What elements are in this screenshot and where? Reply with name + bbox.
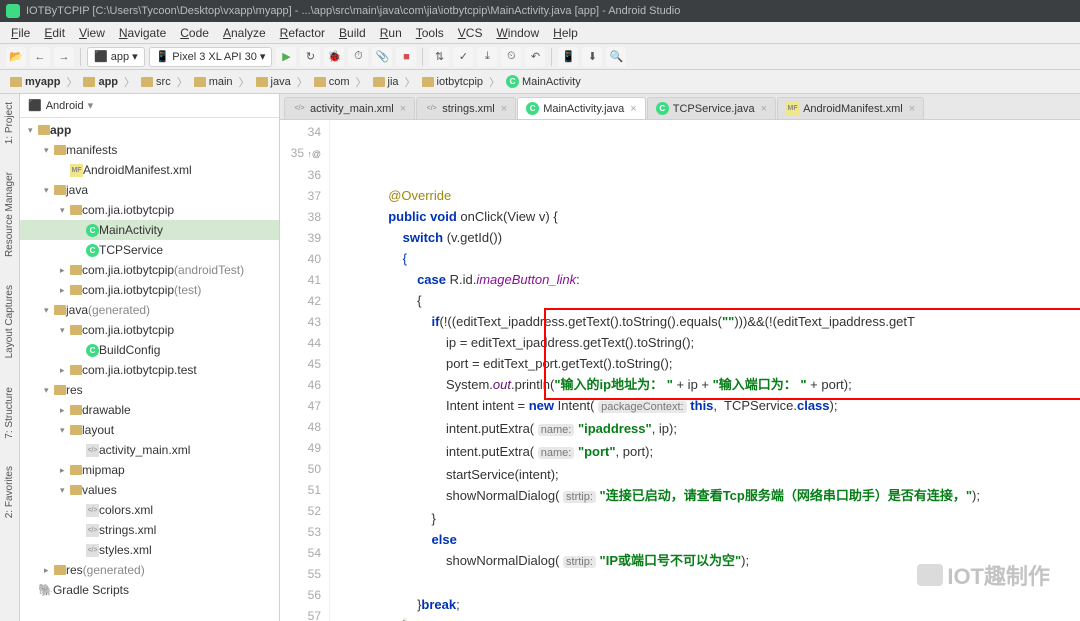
device-select[interactable]: 📱 Pixel 3 XL API 30 ▾	[149, 47, 273, 67]
search-icon[interactable]: 🔍	[606, 47, 626, 67]
gutter: 3435 ↑@363738394041424344454647484950515…	[280, 120, 330, 621]
breadcrumb-item[interactable]: app	[79, 75, 122, 89]
commit-icon[interactable]: ✓	[453, 47, 473, 67]
breadcrumb-item[interactable]: com	[310, 75, 354, 89]
vcs-icon[interactable]: ⇅	[429, 47, 449, 67]
back-icon[interactable]: ←	[30, 47, 50, 67]
tree-item[interactable]: ▸ com.jia.iotbytcpip (test)	[20, 280, 279, 300]
project-tree: ▾ app▾ manifests MF AndroidManifest.xml▾…	[20, 118, 279, 602]
close-icon[interactable]: ×	[630, 103, 636, 115]
menu-vcs[interactable]: VCS	[451, 24, 490, 42]
close-icon[interactable]: ×	[501, 103, 507, 115]
open-icon[interactable]: 📂	[6, 47, 26, 67]
run-icon[interactable]: ▶	[276, 47, 296, 67]
history-icon[interactable]: ⏲	[501, 47, 521, 67]
debug-icon[interactable]: 🐞	[324, 47, 344, 67]
window-title: IOTByTCPIP [C:\Users\Tycoon\Desktop\vxap…	[26, 5, 680, 17]
sdk-icon[interactable]: ⬇	[582, 47, 602, 67]
menu-view[interactable]: View	[72, 24, 112, 42]
tool-tab[interactable]: 1: Project	[4, 98, 15, 148]
sidebar-header[interactable]: ⬛ Android ▾	[20, 94, 279, 118]
update-icon[interactable]: ⤓	[477, 47, 497, 67]
close-icon[interactable]: ×	[400, 103, 406, 115]
tree-item[interactable]: ▸ com.jia.iotbytcpip.test	[20, 360, 279, 380]
tool-tab[interactable]: Layout Captures	[4, 281, 15, 362]
wechat-icon	[917, 564, 943, 586]
menu-refactor[interactable]: Refactor	[273, 24, 332, 42]
tree-item[interactable]: </> strings.xml	[20, 520, 279, 540]
menu-tools[interactable]: Tools	[409, 24, 451, 42]
breadcrumb-item[interactable]: src	[137, 75, 175, 89]
close-icon[interactable]: ×	[909, 103, 915, 115]
profile-icon[interactable]: ⏱	[348, 47, 368, 67]
project-sidebar: ⬛ Android ▾ ▾ app▾ manifests MF AndroidM…	[20, 94, 280, 621]
editor-tab[interactable]: C TCPService.java ×	[647, 97, 776, 119]
breadcrumb-item[interactable]: jia	[369, 75, 403, 89]
menu-code[interactable]: Code	[173, 24, 216, 42]
tree-item[interactable]: ▾ java (generated)	[20, 300, 279, 320]
app-icon	[6, 4, 20, 18]
breadcrumb-item[interactable]: C MainActivity	[502, 74, 585, 89]
menu-file[interactable]: File	[4, 24, 37, 42]
tree-item[interactable]: </> activity_main.xml	[20, 440, 279, 460]
revert-icon[interactable]: ↶	[525, 47, 545, 67]
code-editor[interactable]: @Override public void onClick(View v) { …	[330, 120, 1080, 621]
attach-icon[interactable]: 📎	[372, 47, 392, 67]
breadcrumb-item[interactable]: myapp	[6, 75, 64, 89]
editor-tab[interactable]: </> strings.xml ×	[416, 97, 516, 119]
main-toolbar: 📂 ← → ⬛app ▾ 📱 Pixel 3 XL API 30 ▾ ▶ ↻ 🐞…	[0, 44, 1080, 70]
stop-icon[interactable]: ■	[396, 47, 416, 67]
editor-tab[interactable]: MF AndroidManifest.xml ×	[777, 97, 924, 119]
menu-build[interactable]: Build	[332, 24, 373, 42]
module-select[interactable]: ⬛app ▾	[87, 47, 145, 67]
tree-item[interactable]: ▾ app	[20, 120, 279, 140]
tree-item[interactable]: ▾ layout	[20, 420, 279, 440]
tree-item[interactable]: 🐘 Gradle Scripts	[20, 580, 279, 600]
tree-item[interactable]: ▾ com.jia.iotbytcpip	[20, 320, 279, 340]
breadcrumb-item[interactable]: iotbytcpip	[418, 75, 487, 89]
menu-edit[interactable]: Edit	[37, 24, 72, 42]
tree-item[interactable]: ▾ values	[20, 480, 279, 500]
tree-item[interactable]: ▾ java	[20, 180, 279, 200]
editor-tab[interactable]: </> activity_main.xml ×	[284, 97, 415, 119]
tree-item[interactable]: ▾ com.jia.iotbytcpip	[20, 200, 279, 220]
editor-tabs: </> activity_main.xml ×</> strings.xml ×…	[280, 94, 1080, 120]
left-tool-strip: 1: Project Resource Manager Layout Capture…	[0, 94, 20, 621]
tree-item[interactable]: ▸ drawable	[20, 400, 279, 420]
tool-tab[interactable]: 7: Structure	[4, 383, 15, 443]
editor-tab[interactable]: C MainActivity.java ×	[517, 97, 646, 119]
forward-icon[interactable]: →	[54, 47, 74, 67]
tree-item[interactable]: C MainActivity	[20, 220, 279, 240]
tree-item[interactable]: ▸ res (generated)	[20, 560, 279, 580]
tree-item[interactable]: </> colors.xml	[20, 500, 279, 520]
breadcrumbs: myapp〉 app〉 src〉 main〉 java〉 com〉 jia〉 i…	[0, 70, 1080, 94]
menu-help[interactable]: Help	[546, 24, 585, 42]
tree-item[interactable]: </> styles.xml	[20, 540, 279, 560]
menu-run[interactable]: Run	[373, 24, 409, 42]
breadcrumb-item[interactable]: java	[252, 75, 295, 89]
breadcrumb-item[interactable]: main	[190, 75, 237, 89]
menu-bar: FileEditViewNavigateCodeAnalyzeRefactorB…	[0, 22, 1080, 44]
rerun-icon[interactable]: ↻	[300, 47, 320, 67]
tree-item[interactable]: ▸ com.jia.iotbytcpip (androidTest)	[20, 260, 279, 280]
tree-item[interactable]: ▾ manifests	[20, 140, 279, 160]
editor-area: </> activity_main.xml ×</> strings.xml ×…	[280, 94, 1080, 621]
title-bar: IOTByTCPIP [C:\Users\Tycoon\Desktop\vxap…	[0, 0, 1080, 22]
tree-item[interactable]: ▸ mipmap	[20, 460, 279, 480]
tree-item[interactable]: C TCPService	[20, 240, 279, 260]
menu-window[interactable]: Window	[489, 24, 546, 42]
tool-tab[interactable]: 2: Favorites	[4, 462, 15, 522]
tool-tab[interactable]: Resource Manager	[4, 168, 15, 261]
menu-analyze[interactable]: Analyze	[216, 24, 273, 42]
menu-navigate[interactable]: Navigate	[112, 24, 173, 42]
avd-icon[interactable]: 📱	[558, 47, 578, 67]
tree-item[interactable]: MF AndroidManifest.xml	[20, 160, 279, 180]
tree-item[interactable]: ▾ res	[20, 380, 279, 400]
close-icon[interactable]: ×	[761, 103, 767, 115]
watermark: IOT趣制作	[917, 559, 1050, 591]
tree-item[interactable]: C BuildConfig	[20, 340, 279, 360]
